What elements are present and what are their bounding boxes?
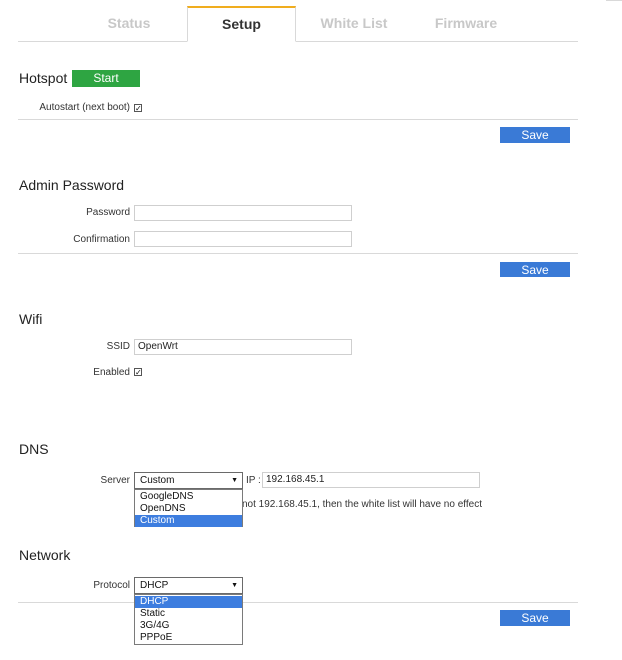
dns-title: DNS (19, 441, 49, 457)
dns-note: not 192.168.45.1, then the white list wi… (242, 499, 482, 510)
admin-password-divider (18, 253, 578, 254)
hotspot-title: Hotspot (19, 70, 68, 86)
tab-setup[interactable]: Setup (187, 6, 296, 42)
hotspot-start-button[interactable]: Start (72, 70, 140, 87)
admin-password-title: Admin Password (19, 177, 125, 193)
network-divider (18, 602, 578, 603)
confirmation-label: Confirmation (73, 234, 130, 245)
tab-status[interactable]: Status (75, 6, 183, 41)
confirmation-field[interactable] (134, 231, 352, 247)
chevron-down-icon: ▼ (231, 582, 238, 589)
tab-firmware[interactable]: Firmware (412, 6, 520, 41)
tab-white-list[interactable]: White List (300, 6, 408, 41)
server-selected-value: Custom (140, 475, 175, 486)
server-dropdown: GoogleDNS OpenDNS Custom (134, 489, 243, 527)
server-label: Server (100, 475, 130, 486)
protocol-option-static[interactable]: Static (135, 608, 242, 620)
server-option-custom[interactable]: Custom (135, 515, 242, 527)
server-option-googledns[interactable]: GoogleDNS (135, 491, 242, 503)
server-select[interactable]: Custom ▼ (134, 472, 243, 489)
protocol-option-dhcp[interactable]: DHCP (135, 596, 242, 608)
password-field[interactable] (134, 205, 352, 221)
tabs-baseline (18, 41, 578, 42)
enabled-checkbox[interactable]: ✓ (134, 368, 142, 377)
protocol-dropdown: DHCP Static 3G/4G PPPoE (134, 594, 243, 645)
ip-field[interactable]: 192.168.45.1 (262, 472, 480, 488)
server-option-opendns[interactable]: OpenDNS (135, 503, 242, 515)
ssid-field[interactable]: OpenWrt (134, 339, 352, 355)
autostart-label: Autostart (next boot) (39, 102, 130, 113)
network-save-button[interactable]: Save (500, 610, 570, 626)
protocol-option-pppoe[interactable]: PPPoE (135, 632, 242, 644)
ssid-label: SSID (106, 341, 130, 352)
protocol-selected-value: DHCP (140, 580, 169, 591)
protocol-select[interactable]: DHCP ▼ (134, 577, 243, 594)
hotspot-save-button[interactable]: Save (500, 127, 570, 143)
chevron-down-icon: ▼ (231, 477, 238, 484)
protocol-label: Protocol (93, 580, 130, 591)
enabled-label: Enabled (93, 367, 130, 378)
wifi-title: Wifi (19, 311, 43, 327)
ip-label: IP : (246, 475, 261, 486)
top-right-divider (606, 0, 622, 1)
hotspot-divider (18, 119, 578, 120)
admin-password-save-button[interactable]: Save (500, 262, 570, 277)
autostart-checkbox[interactable]: ✓ (134, 104, 142, 113)
network-title: Network (19, 547, 71, 563)
protocol-option-3g4g[interactable]: 3G/4G (135, 620, 242, 632)
password-label: Password (86, 207, 130, 218)
